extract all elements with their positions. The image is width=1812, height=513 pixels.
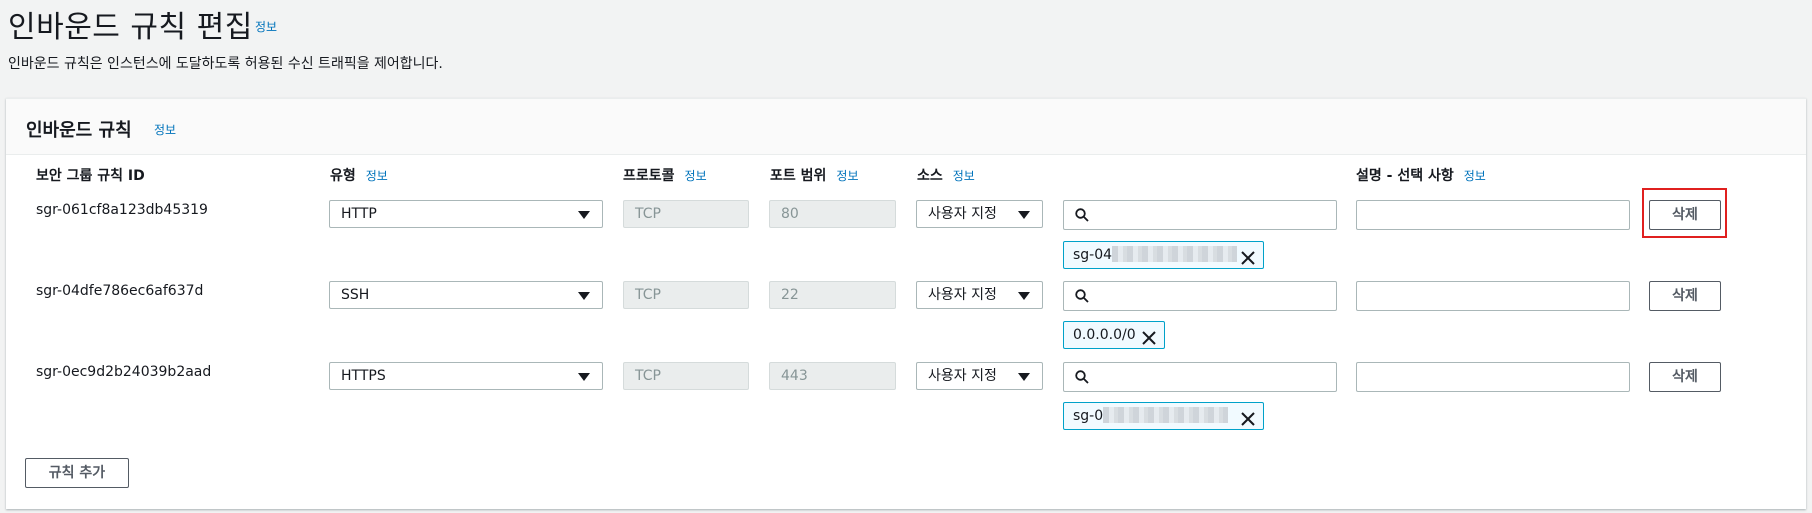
column-header-protocol: 프로토콜 정보 <box>623 168 707 184</box>
protocol-field: TCP <box>623 362 749 390</box>
source-search-input[interactable] <box>1063 362 1337 392</box>
source-token: sg-04 <box>1063 241 1264 269</box>
source-type-value: 사용자 지정 <box>928 206 997 222</box>
page-description: 인바운드 규칙은 인스턴스에 도달하도록 허용된 수신 트래픽을 제어합니다. <box>8 56 443 72</box>
source-type-value: 사용자 지정 <box>928 368 997 384</box>
highlight-box <box>1642 188 1727 238</box>
type-select-value: HTTPS <box>341 368 386 384</box>
rule-id: sgr-061cf8a123db45319 <box>36 202 208 218</box>
caret-down-icon <box>1018 292 1030 300</box>
page-info-link[interactable]: 정보 <box>255 18 277 35</box>
protocol-info-link[interactable]: 정보 <box>685 169 707 183</box>
caret-down-icon <box>1018 211 1030 219</box>
close-icon[interactable] <box>1241 409 1255 435</box>
source-info-link[interactable]: 정보 <box>953 169 975 183</box>
panel-info-link[interactable]: 정보 <box>154 121 176 138</box>
protocol-field: TCP <box>623 200 749 228</box>
source-search-input[interactable] <box>1063 200 1337 230</box>
add-rule-button[interactable]: 규칙 추가 <box>25 458 129 488</box>
type-select[interactable]: HTTPS <box>329 362 603 390</box>
port-range-field: 443 <box>769 362 896 390</box>
page-title: 인바운드 규칙 편집 <box>8 10 253 45</box>
protocol-field: TCP <box>623 281 749 309</box>
description-input[interactable] <box>1356 200 1630 230</box>
port-range-field: 22 <box>769 281 896 309</box>
close-icon[interactable] <box>1142 328 1156 354</box>
column-header-description: 설명 - 선택 사항 정보 <box>1356 168 1486 184</box>
port-range-info-link[interactable]: 정보 <box>836 169 858 183</box>
source-token: sg-0 <box>1063 402 1264 430</box>
port-range-field: 80 <box>769 200 896 228</box>
source-token: 0.0.0.0/0 <box>1063 321 1165 349</box>
search-icon <box>1075 208 1089 222</box>
type-select-value: HTTP <box>341 206 377 222</box>
search-icon <box>1075 370 1089 384</box>
description-input[interactable] <box>1356 362 1630 392</box>
column-header-port-range: 포트 범위 정보 <box>770 168 859 184</box>
delete-rule-button[interactable]: 삭제 <box>1649 362 1721 392</box>
close-icon[interactable] <box>1241 248 1255 274</box>
rule-id: sgr-04dfe786ec6af637d <box>36 283 204 299</box>
source-type-select[interactable]: 사용자 지정 <box>916 200 1043 228</box>
type-info-link[interactable]: 정보 <box>366 169 388 183</box>
caret-down-icon <box>578 292 590 300</box>
type-select[interactable]: SSH <box>329 281 603 309</box>
rule-id: sgr-0ec9d2b24039b2aad <box>36 364 212 380</box>
type-select-value: SSH <box>341 287 370 303</box>
source-type-select[interactable]: 사용자 지정 <box>916 362 1043 390</box>
redacted-text <box>1112 245 1238 262</box>
caret-down-icon <box>578 211 590 219</box>
caret-down-icon <box>1018 373 1030 381</box>
column-header-type: 유형 정보 <box>330 168 388 184</box>
search-icon <box>1075 289 1089 303</box>
source-type-value: 사용자 지정 <box>928 287 997 303</box>
caret-down-icon <box>578 373 590 381</box>
description-info-link[interactable]: 정보 <box>1464 169 1486 183</box>
source-search-input[interactable] <box>1063 281 1337 311</box>
column-header-rule-id: 보안 그룹 규칙 ID <box>36 168 145 184</box>
redacted-text <box>1103 406 1229 423</box>
column-header-source: 소스 정보 <box>917 168 975 184</box>
type-select[interactable]: HTTP <box>329 200 603 228</box>
panel-title: 인바운드 규칙 <box>26 120 132 141</box>
delete-rule-button[interactable]: 삭제 <box>1649 281 1721 311</box>
panel-header: 인바운드 규칙 정보 <box>6 99 1806 155</box>
source-type-select[interactable]: 사용자 지정 <box>916 281 1043 309</box>
description-input[interactable] <box>1356 281 1630 311</box>
